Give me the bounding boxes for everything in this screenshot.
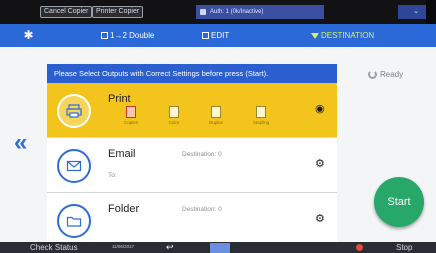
- output-title: Folder: [108, 203, 140, 215]
- output-title: Print: [108, 93, 131, 105]
- stapling-icon: [256, 106, 266, 118]
- home-icon[interactable]: [210, 243, 230, 253]
- duplex-option-icon: [211, 106, 221, 118]
- tab-destination[interactable]: DESTINATION: [311, 30, 374, 42]
- duplex-label: Duplex: [208, 120, 223, 125]
- ready-indicator: Ready: [368, 69, 403, 81]
- back-arrow-icon[interactable]: «: [14, 131, 38, 156]
- output-row-print[interactable]: Print Copies Color Duplex Stapling ◉: [47, 83, 337, 138]
- duplex-option[interactable]: Duplex: [207, 106, 225, 128]
- refresh-icon: [368, 70, 377, 79]
- destination-count: Destination: 0: [182, 206, 222, 213]
- stop-indicator-icon: [356, 244, 363, 251]
- gear-icon[interactable]: ✱: [22, 29, 35, 42]
- tab-edit-label: EDIT: [211, 31, 230, 40]
- color-icon: [169, 106, 179, 118]
- back-icon[interactable]: ↩: [166, 242, 174, 253]
- tab-duplex-label: 1→2 Double: [110, 31, 155, 40]
- cancel-copier-button[interactable]: Cancel Copier: [40, 6, 93, 18]
- tab-destination-label: DESTINATION: [321, 31, 375, 40]
- output-row-email[interactable]: Email Destination: 0 To: ⚙: [47, 138, 337, 193]
- bottom-bar: Check Status 11/05/2017 ↩ Stop: [0, 242, 436, 253]
- folder-icon: [57, 204, 91, 238]
- bezel-edge: [426, 0, 436, 24]
- duplex-icon: [101, 32, 108, 39]
- tab-duplex[interactable]: 1→2 Double: [101, 30, 154, 42]
- color-option[interactable]: Color: [165, 106, 183, 128]
- date-display: 11/05/2017: [112, 244, 135, 249]
- printer-icon: [57, 94, 91, 128]
- destination-count: Destination: 0: [182, 151, 222, 158]
- user-icon: [200, 9, 206, 15]
- stop-button[interactable]: Stop: [396, 242, 412, 253]
- ready-label: Ready: [380, 70, 404, 79]
- destination-icon: [311, 33, 319, 39]
- settings-handle-icon[interactable]: ⚙: [315, 158, 327, 170]
- auth-status-text: Auth: 1 (0k/Inactive): [210, 9, 264, 15]
- settings-handle-icon[interactable]: ⚙: [315, 213, 327, 225]
- check-status-button[interactable]: Check Status: [30, 242, 78, 253]
- output-title: Email: [108, 148, 136, 160]
- edit-icon: [202, 32, 209, 39]
- function-tab-bar: ✱ 1→2 Double EDIT DESTINATION: [0, 24, 436, 47]
- color-label: Color: [168, 120, 180, 125]
- output-row-folder[interactable]: Folder Destination: 0 ⚙: [47, 193, 337, 248]
- copies-label: Copies: [123, 120, 138, 125]
- tab-edit[interactable]: EDIT: [202, 30, 229, 42]
- printer-copier-button[interactable]: Printer Copier: [92, 6, 144, 18]
- stapling-label: Stapling: [252, 120, 270, 125]
- email-to-field: To:: [108, 172, 117, 179]
- auth-status: Auth: 1 (0k/Inactive): [196, 5, 324, 19]
- copies-option[interactable]: Copies: [122, 106, 140, 128]
- copies-icon: [126, 106, 136, 118]
- start-button[interactable]: Start: [374, 177, 424, 227]
- stapling-option[interactable]: Stapling: [252, 106, 270, 128]
- instruction-banner: Please Select Outputs with Correct Setti…: [47, 64, 337, 83]
- settings-handle-icon[interactable]: ◉: [315, 103, 327, 115]
- device-screen: Cancel Copier Printer Copier Auth: 1 (0k…: [0, 0, 436, 253]
- envelope-icon: [57, 149, 91, 183]
- system-bar: Cancel Copier Printer Copier Auth: 1 (0k…: [0, 0, 436, 24]
